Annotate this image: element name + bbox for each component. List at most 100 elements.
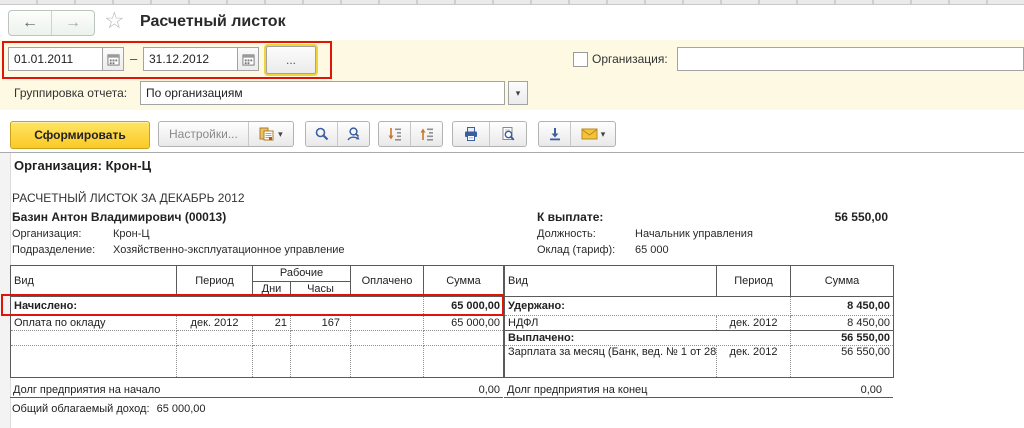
col-header-type: Вид (505, 266, 717, 297)
send-email-button[interactable]: ▾ (570, 122, 615, 146)
cell-sum: 56 550,00 (791, 346, 894, 378)
report-variants-button[interactable]: ▾ (248, 122, 293, 146)
empty-cell (253, 346, 291, 378)
chevron-down-icon: ▾ (516, 88, 521, 99)
generate-button[interactable]: Сформировать (10, 121, 150, 149)
empty-cell (177, 346, 253, 378)
empty-cell (291, 346, 351, 378)
debt-start-value: 0,00 (479, 384, 500, 396)
payslip-report-window: ← → ☆ Расчетный листок – ... (0, 0, 1024, 428)
grouping-tree-button-group (378, 121, 443, 147)
settings-label: Настройки... (159, 127, 248, 141)
cell-period: дек. 2012 (717, 316, 791, 331)
period-to-input[interactable] (143, 47, 238, 71)
expand-groups-icon (387, 126, 403, 142)
organization-input[interactable] (677, 47, 1024, 71)
cell-type: Зарплата за месяц (Банк, вед. № 1 от 28.… (505, 346, 717, 378)
empty-cell (351, 331, 424, 346)
debt-end-label: Долг предприятия на конец (507, 384, 647, 396)
empty-cell (291, 331, 351, 346)
organization-label: Организация: (592, 52, 668, 66)
col-header-hours: Часы (291, 282, 351, 297)
print-button[interactable] (453, 122, 489, 146)
chevron-down-icon: ▾ (601, 129, 606, 140)
find-next-button[interactable] (337, 122, 369, 146)
org-info-line: Организация: Крон-Ц (12, 228, 150, 241)
table-row: Зарплата за месяц (Банк, вед. № 1 от 28.… (505, 346, 894, 378)
organization-checkbox[interactable] (573, 52, 588, 67)
deductions-table: Вид Период Сумма Удержано: 8 450,00 НДФЛ… (504, 265, 894, 378)
collapse-groups-button[interactable] (410, 122, 442, 146)
print-button-group (452, 121, 527, 147)
empty-cell (253, 331, 291, 346)
accruals-table: Вид Период Рабочие Оплачено Сумма Дни Ча… (10, 265, 504, 378)
period-separator: – (130, 51, 137, 66)
nav-history-group: ← → (8, 10, 95, 36)
taxable-income-line: Общий облагаемый доход: 65 000,00 (12, 403, 206, 415)
settings-button[interactable]: Настройки... (159, 122, 248, 146)
empty-cell (11, 346, 177, 378)
table-row: НДФЛ дек. 2012 8 450,00 (505, 316, 894, 331)
collapse-groups-icon (419, 126, 435, 142)
salary-label: Оклад (тариф): (537, 244, 635, 257)
position-info-line: Должность: Начальник управления (537, 228, 753, 241)
period-more-button[interactable]: ... (266, 46, 316, 74)
export-button-group: ▾ (538, 121, 616, 147)
search-next-icon (346, 126, 362, 142)
print-preview-button[interactable] (489, 122, 526, 146)
col-header-sum: Сумма (424, 266, 504, 297)
favorite-star-icon[interactable]: ☆ (104, 7, 125, 34)
withheld-total-label: Удержано: (505, 297, 791, 316)
salary-value: 65 000 (635, 244, 669, 257)
paid-total-value: 56 550,00 (791, 331, 894, 346)
forward-button[interactable]: → (51, 11, 94, 35)
empty-cell (424, 331, 504, 346)
col-header-sum: Сумма (791, 266, 894, 297)
salary-info-line: Оклад (тариф): 65 000 (537, 244, 669, 257)
cell-period: дек. 2012 (177, 316, 253, 331)
empty-row (11, 346, 504, 378)
calendar-icon (107, 53, 120, 66)
debt-end-value: 0,00 (861, 384, 890, 396)
search-button-group (305, 121, 370, 147)
back-arrow-icon: ← (22, 14, 38, 32)
grouping-input[interactable] (140, 81, 505, 105)
report-variants-icon (259, 126, 275, 142)
expand-groups-button[interactable] (379, 122, 410, 146)
grouping-dropdown-button[interactable]: ▾ (508, 81, 528, 105)
app-header: ← → ☆ Расчетный листок (0, 5, 1024, 40)
org-info-label: Организация: (12, 228, 113, 241)
cell-hours: 167 (291, 316, 351, 331)
save-button[interactable] (539, 122, 570, 146)
table-row: Оплата по окладу дек. 2012 21 167 65 000… (11, 316, 504, 331)
col-header-paid: Оплачено (351, 266, 424, 297)
dept-info-line: Подразделение: Хозяйственно-эксплуатацио… (12, 244, 345, 257)
col-header-days: Дни (253, 282, 291, 297)
withheld-total-value: 8 450,00 (791, 297, 894, 316)
cell-sum: 8 450,00 (791, 316, 894, 331)
to-pay-value: 56 550,00 (760, 210, 888, 224)
position-label: Должность: (537, 228, 635, 241)
col-header-period: Период (717, 266, 791, 297)
period-from-calendar-button[interactable] (102, 47, 124, 71)
period-to-calendar-button[interactable] (237, 47, 259, 71)
grouping-label: Группировка отчета: (14, 86, 127, 100)
col-header-work: Рабочие (253, 266, 351, 282)
find-button[interactable] (306, 122, 337, 146)
chevron-down-icon: ▾ (278, 129, 283, 140)
accrued-total-value: 65 000,00 (424, 297, 504, 316)
page-title: Расчетный листок (140, 13, 286, 31)
debt-start-row: Долг предприятия на начало 0,00 (10, 378, 503, 398)
taxable-income-label: Общий облагаемый доход: (12, 403, 150, 415)
employee-name: Базин Антон Владимирович (00013) (12, 210, 226, 224)
debt-start-label: Долг предприятия на начало (13, 384, 160, 396)
print-preview-icon (500, 126, 516, 142)
to-pay-label: К выплате: (537, 210, 603, 224)
cell-days: 21 (253, 316, 291, 331)
back-button[interactable]: ← (9, 11, 51, 35)
dept-info-label: Подразделение: (12, 244, 113, 257)
period-from-input[interactable] (8, 47, 103, 71)
debt-end-row: Долг предприятия на конец 0,00 (504, 378, 893, 398)
empty-cell (351, 346, 424, 378)
report-toolbar: Сформировать Настройки... ▾ (0, 110, 1024, 153)
